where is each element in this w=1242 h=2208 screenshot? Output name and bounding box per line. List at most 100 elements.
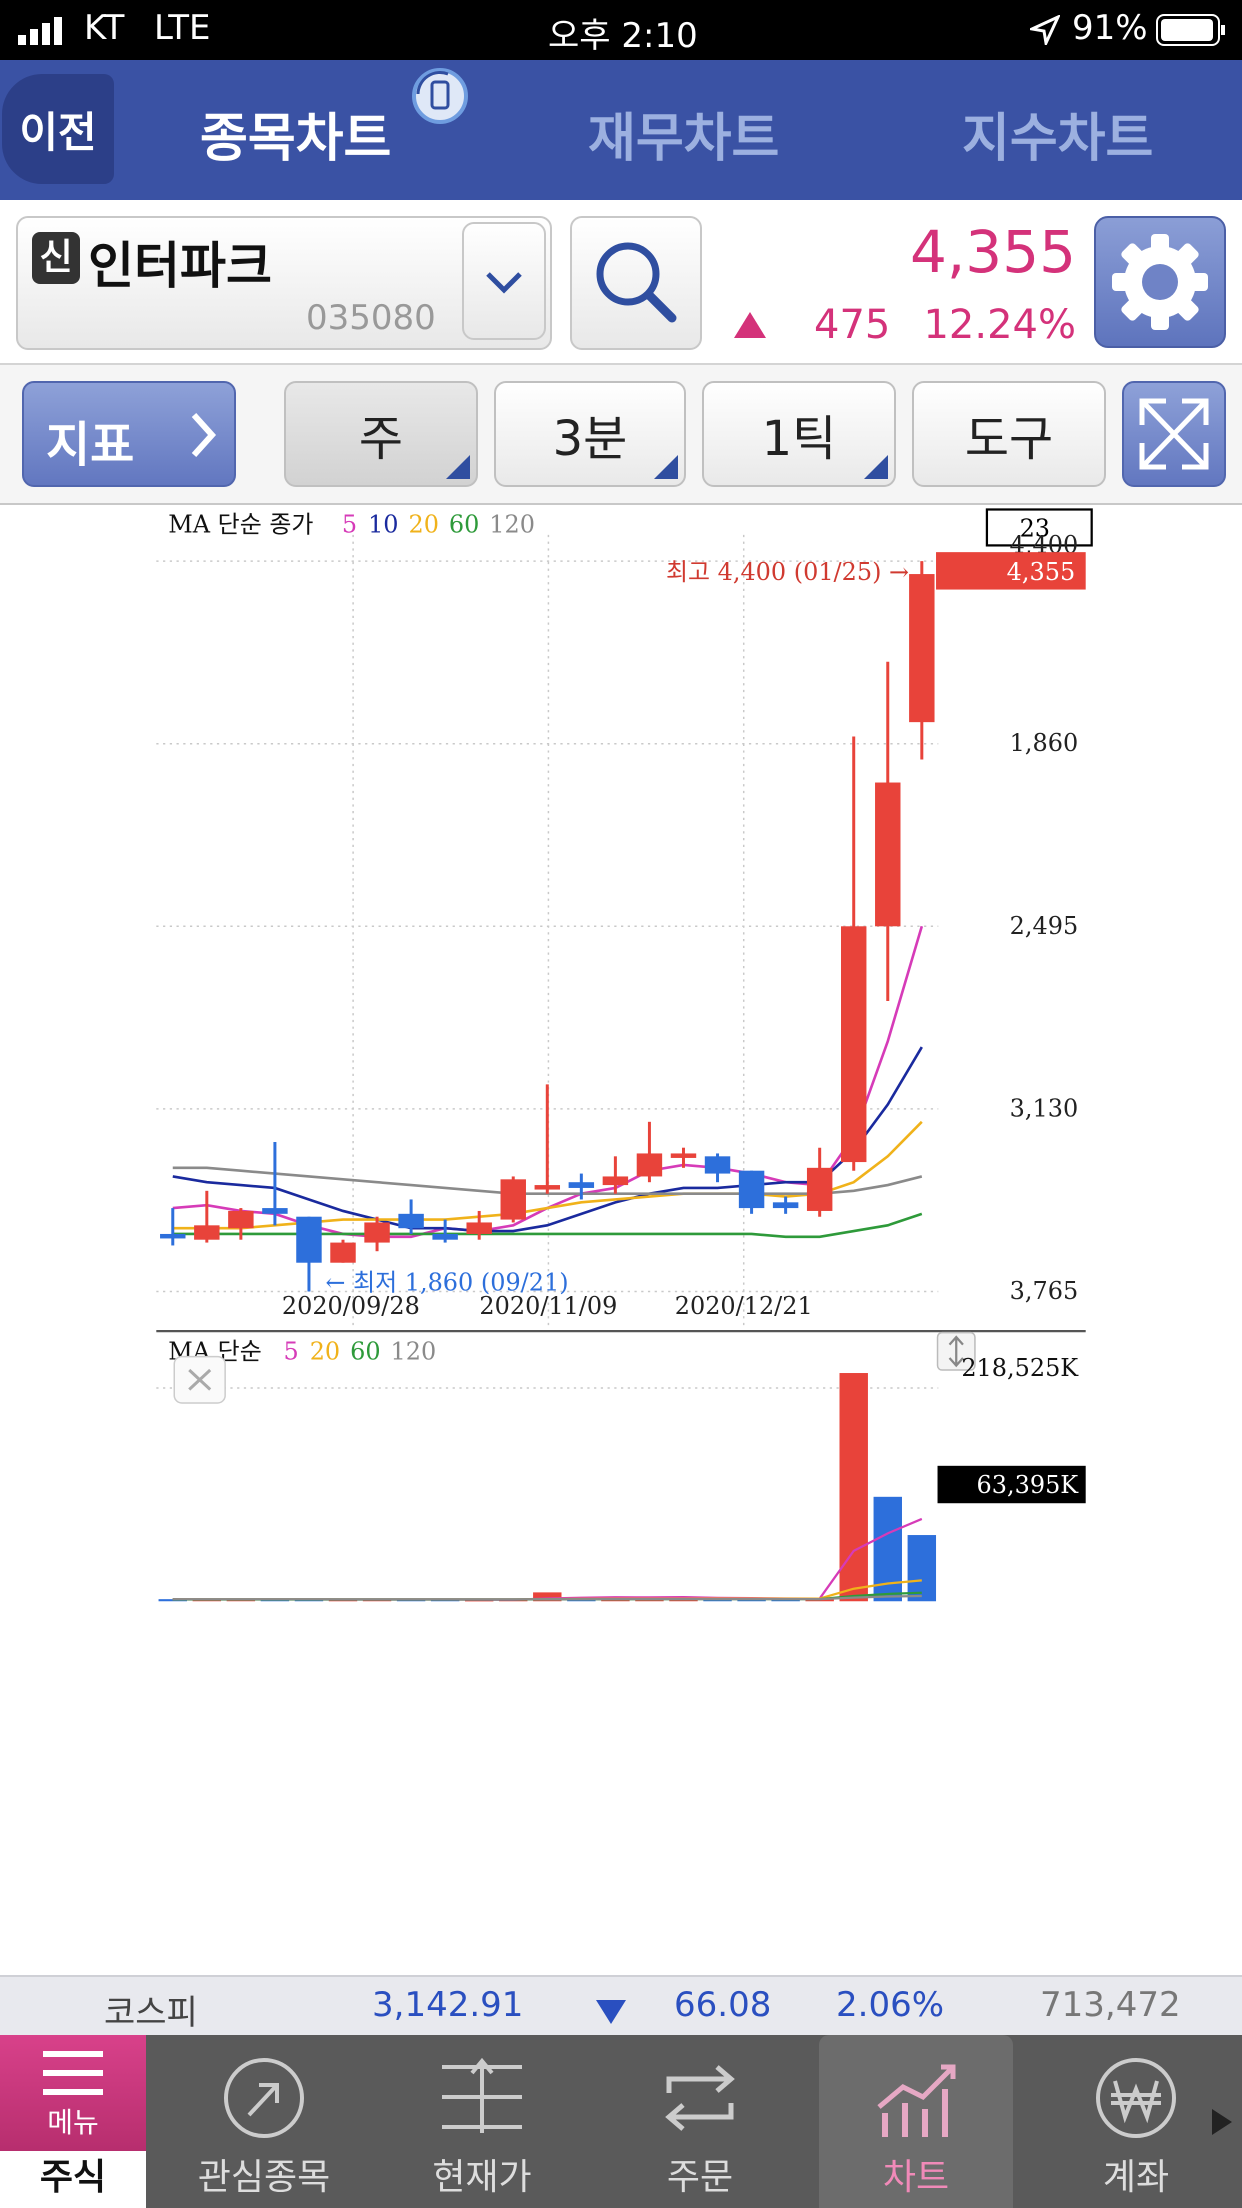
x-tick-label: 2020/11/09 [479,1292,617,1320]
ma-legend-5: 5 [284,1338,299,1366]
y-tick-label: 3,765 [1010,1277,1079,1305]
volume-bar [839,1373,868,1602]
price-change-rate: 12.24% [923,302,1076,348]
candle-body [772,1202,799,1209]
price-list-icon [442,2057,522,2133]
stock-code: 035080 [306,298,436,338]
tab-index-chart[interactable]: 지수차트 [962,96,1153,171]
candle-body [738,1170,765,1209]
dropdown-corner-icon [446,455,470,479]
candle-body [466,1222,492,1234]
chart-toolbar: 지표 주 3분 1틱 도구 [0,365,1242,505]
kospi-ticker[interactable]: 코스피 3,142.91 66.08 2.06% 713,472 [0,1975,1242,2035]
current-price-marker-label: 4,355 [1007,558,1076,586]
y-tick-label: 1,860 [1010,729,1079,757]
settings-button[interactable] [1094,216,1226,348]
ma-legend-5: 5 [342,511,357,539]
candle-body [568,1182,595,1188]
candle-body [602,1176,629,1186]
won-icon [1096,2058,1176,2138]
candle-body [500,1179,526,1220]
candle-body [364,1222,390,1243]
battery-label: 91% [1072,8,1148,48]
price-change: 475 [814,302,891,348]
tab-current-price-label: 현재가 [432,2157,532,2198]
x-axis-ticks: 2020/09/28 2020/11/09 2020/12/21 [282,1292,813,1320]
search-button[interactable] [570,216,702,350]
signal-icon [18,14,64,54]
battery-icon [1156,14,1226,55]
carrier-label: KT [84,8,125,48]
volume-max-label: 218,525K [961,1354,1079,1382]
dropdown-corner-icon [864,455,888,479]
candle-body [194,1225,220,1240]
location-arrow-icon [1026,13,1062,54]
tab-stocks[interactable]: 메뉴 주식 [0,2035,146,2208]
candle-body [841,926,867,1163]
candle-body [806,1167,833,1211]
tab-order-label: 주문 [666,2157,734,2198]
candle-body [670,1153,697,1158]
ma-legend-60: 60 [449,511,479,539]
stock-name: 인터파크 [88,237,272,295]
tab-stocks-label: 주식 [39,2157,107,2198]
ma-legend-20: 20 [310,1338,340,1366]
menu-button[interactable]: 메뉴 [0,2035,146,2151]
tools-button[interactable]: 도구 [912,381,1106,487]
tab-current-price[interactable]: 현재가 [373,2035,591,2208]
candle-body [636,1153,663,1177]
tab-financial-chart[interactable]: 재무차트 [588,96,779,171]
candle-body [262,1208,288,1214]
tab-stock-chart[interactable]: 종목차트 [200,96,391,171]
watchlist-icon [224,2058,304,2138]
nav-bar: 이전 종목차트 재무차트 지수차트 [0,60,1242,200]
price-legend-title: MA 단순 종가 [168,511,313,539]
fullscreen-button[interactable] [1122,381,1226,487]
candle-body [875,782,901,927]
gear-icon [1112,234,1208,330]
status-bar: KT LTE 오후 2:10 91% [0,0,1242,60]
hamburger-icon [43,2051,103,2095]
tick-label: 1틱 [761,411,837,467]
y-tick-label: 3,130 [1010,1094,1079,1122]
stock-dropdown-button[interactable] [462,222,546,340]
bottom-tab-bar: 메뉴 주식 관심종목 현재가 주문 차트 계좌 [0,2035,1242,2208]
tab-account-label: 계좌 [1102,2157,1170,2198]
menu-label: 메뉴 [47,2106,99,2139]
y-tick-label: 2,495 [1010,912,1079,940]
interval-select[interactable]: 3분 [494,381,686,487]
candle-body [330,1242,356,1263]
more-arrow-icon[interactable] [1210,2107,1234,2141]
candle-body [704,1156,731,1174]
tick-select[interactable]: 1틱 [702,381,896,487]
ma-legend-20: 20 [408,511,438,539]
kospi-label: 코스피 [104,1993,198,2033]
high-label: 최고 4,400 (01/25) → [666,558,909,586]
exchange-icon [665,2065,735,2131]
sync-icon[interactable] [408,64,472,132]
chevron-right-icon [191,412,217,458]
current-price: 4,355 [909,218,1076,286]
tab-watchlist-label: 관심종목 [197,2157,331,2198]
tab-chart-label: 차트 [882,2157,950,2198]
indicator-button[interactable]: 지표 [22,381,236,487]
tab-watchlist[interactable]: 관심종목 [155,2035,373,2208]
tab-chart[interactable]: 차트 [819,2035,1013,2208]
back-button[interactable]: 이전 [2,74,114,184]
x-tick-label: 2020/09/28 [282,1292,420,1320]
x-tick-label: 2020/12/21 [675,1292,813,1320]
period-select[interactable]: 주 [284,381,478,487]
candle-body [398,1213,424,1229]
ma-legend-10: 10 [368,511,398,539]
period-label: 주 [358,411,404,467]
close-volume-button[interactable] [173,1355,226,1404]
tab-order[interactable]: 주문 [591,2035,809,2208]
kospi-value: 3,142.91 [372,1985,524,2025]
price-ma-legend: 5 10 20 60 120 [342,511,535,539]
chart-icon [877,2064,956,2137]
ma-legend-120: 120 [489,511,535,539]
volume-current-label: 63,395K [977,1471,1080,1499]
ma-legend-120: 120 [391,1338,437,1366]
chart-area[interactable]: MA 단순 종가 5 10 20 60 120 23 4,400 4,355 최고 4,… [0,505,1242,1605]
kospi-rate: 2.06% [836,1985,945,2025]
